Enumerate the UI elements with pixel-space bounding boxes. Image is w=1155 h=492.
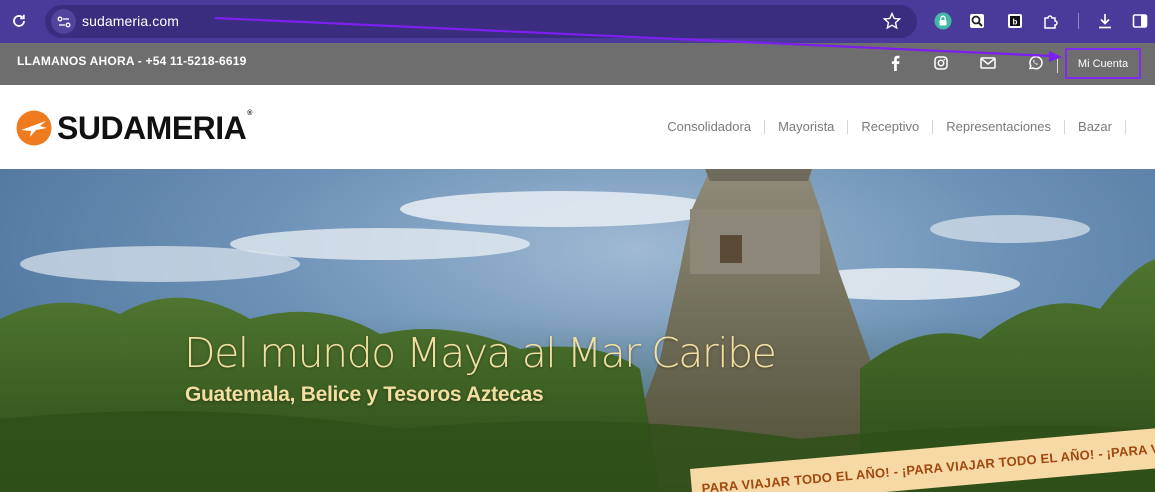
extensions-puzzle-icon[interactable]	[1041, 11, 1061, 31]
logo-plane-icon	[16, 110, 52, 146]
extension-b-icon[interactable]: b	[1005, 11, 1025, 31]
toolbar-divider	[1078, 13, 1079, 29]
strip-divider	[1057, 56, 1058, 73]
side-panel-icon[interactable]	[1130, 11, 1150, 31]
screen: sudameria.com b LLAMANOS AHORA - +54 11-…	[0, 0, 1155, 492]
extension-lock-icon[interactable]	[933, 11, 953, 31]
nav-item-mayorista[interactable]: Mayorista	[765, 120, 849, 134]
site-info-icon[interactable]	[51, 9, 76, 34]
my-account-button[interactable]: Mi Cuenta	[1065, 48, 1141, 79]
mail-icon[interactable]	[979, 54, 997, 72]
logo-text: SUDAMERIA®	[57, 109, 252, 146]
nav-item-receptivo[interactable]: Receptivo	[848, 120, 934, 134]
hero-subtitle: Guatemala, Belice y Tesoros Aztecas	[185, 383, 544, 406]
nav-item-representaciones[interactable]: Representaciones	[933, 120, 1066, 134]
site-logo[interactable]: SUDAMERIA®	[16, 108, 252, 148]
extension-search-icon[interactable]	[967, 11, 987, 31]
site-header: SUDAMERIA® Consolidadora Mayorista Recep…	[0, 85, 1155, 169]
top-info-strip: LLAMANOS AHORA - +54 11-5218-6619 Mi Cue…	[0, 43, 1155, 85]
hero-banner[interactable]: Del mundo Maya al Mar Caribe Guatemala, …	[0, 169, 1155, 492]
phone-text[interactable]: LLAMANOS AHORA - +54 11-5218-6619	[17, 54, 246, 68]
download-icon[interactable]	[1095, 11, 1115, 31]
url-text[interactable]: sudameria.com	[82, 13, 179, 29]
nav-item-consolidadora[interactable]: Consolidadora	[654, 120, 766, 134]
reload-icon[interactable]	[9, 11, 29, 31]
main-nav: Consolidadora Mayorista Receptivo Repres…	[654, 120, 1126, 134]
hero-title: Del mundo Maya al Mar Caribe	[184, 329, 777, 377]
facebook-icon[interactable]	[886, 54, 904, 72]
whatsapp-icon[interactable]	[1026, 54, 1044, 72]
svg-text:b: b	[1013, 18, 1018, 27]
instagram-icon[interactable]	[932, 54, 950, 72]
address-bar[interactable]: sudameria.com	[45, 5, 917, 38]
browser-toolbar: sudameria.com b	[0, 0, 1155, 43]
bookmark-star-icon[interactable]	[882, 11, 903, 32]
nav-item-bazar[interactable]: Bazar	[1065, 120, 1126, 134]
